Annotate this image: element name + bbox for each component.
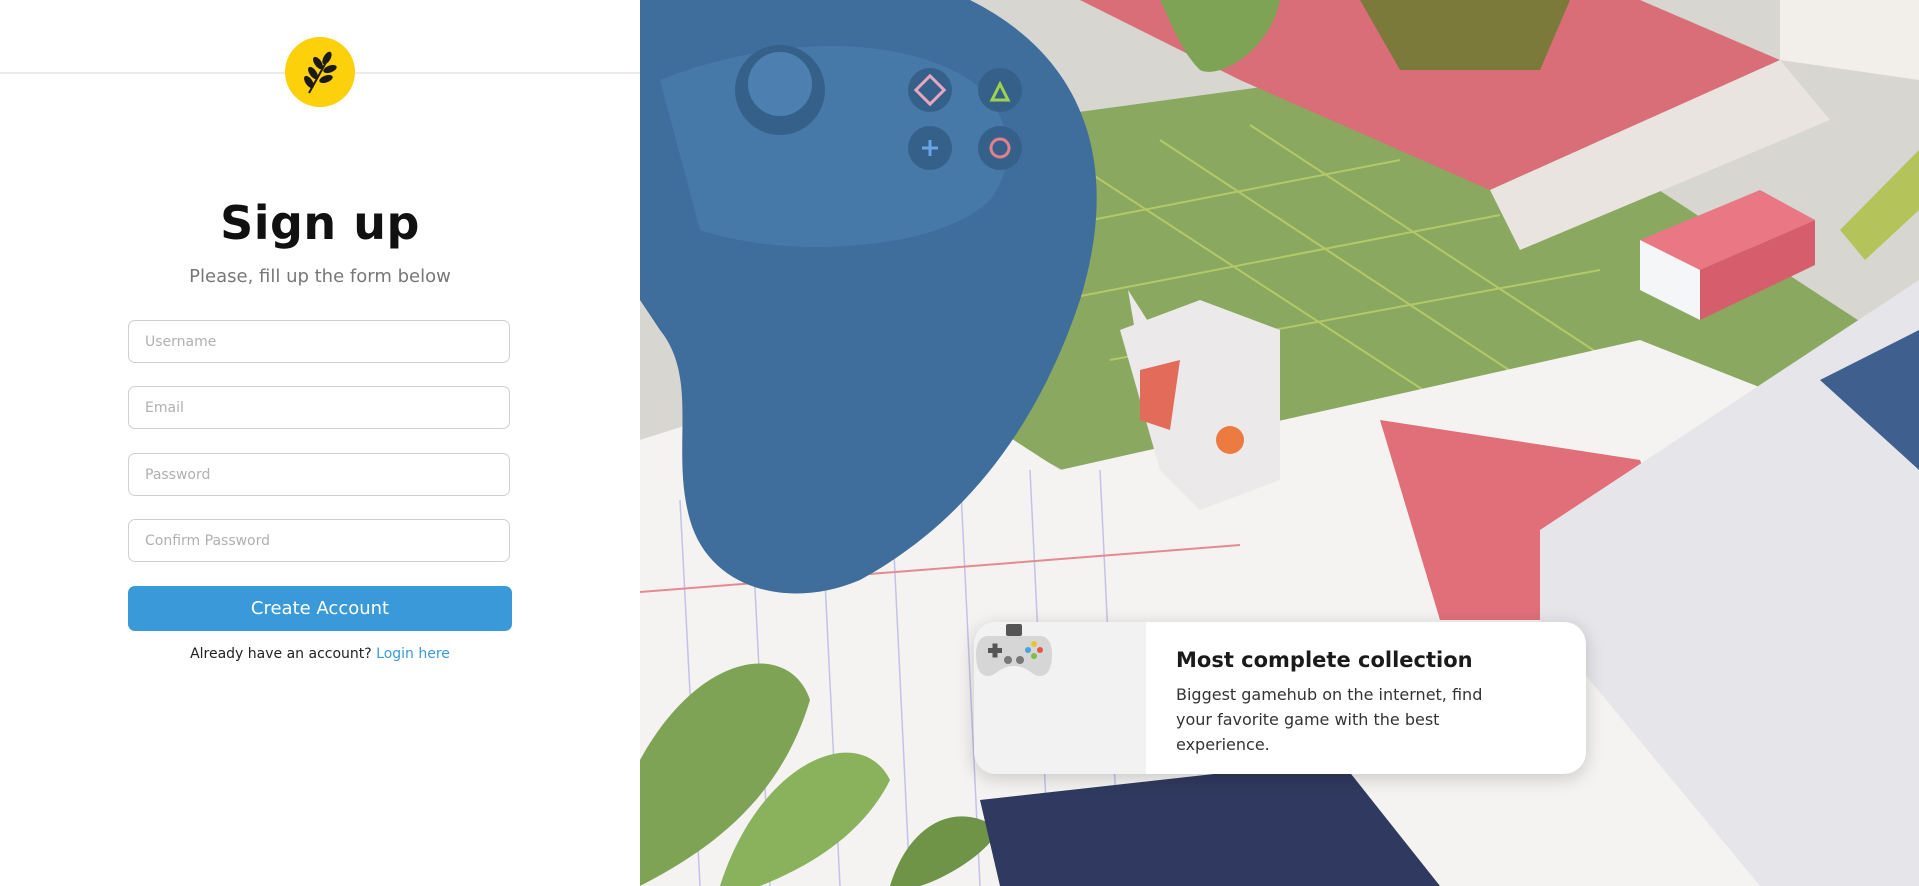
page-title: Sign up [220,196,420,250]
feature-title: Most complete collection [1176,648,1473,672]
login-prompt-text: Already have an account? [190,646,372,662]
create-account-button[interactable]: Create Account [128,586,512,631]
hero-illustration: Most complete collection Biggest gamehub… [640,0,1919,886]
password-field[interactable] [128,453,510,496]
confirm-password-field[interactable] [128,519,510,562]
email-field[interactable] [128,386,510,429]
page-subtitle: Please, fill up the form below [189,266,451,287]
username-field[interactable] [128,320,510,363]
logo[interactable] [285,37,355,107]
feature-description: Biggest gamehub on the internet, find yo… [1176,685,1483,754]
feature-text: Most complete collection Biggest gamehub… [1146,622,1544,774]
wheat-icon [304,51,337,94]
feature-card: Most complete collection Biggest gamehub… [974,622,1586,774]
login-prompt: Already have an account? Login here [0,646,640,662]
gamepad-icon [976,624,1052,676]
feature-icon-box [974,622,1146,774]
signup-panel: Sign up Please, fill up the form below C… [0,0,640,886]
login-link[interactable]: Login here [376,646,450,662]
